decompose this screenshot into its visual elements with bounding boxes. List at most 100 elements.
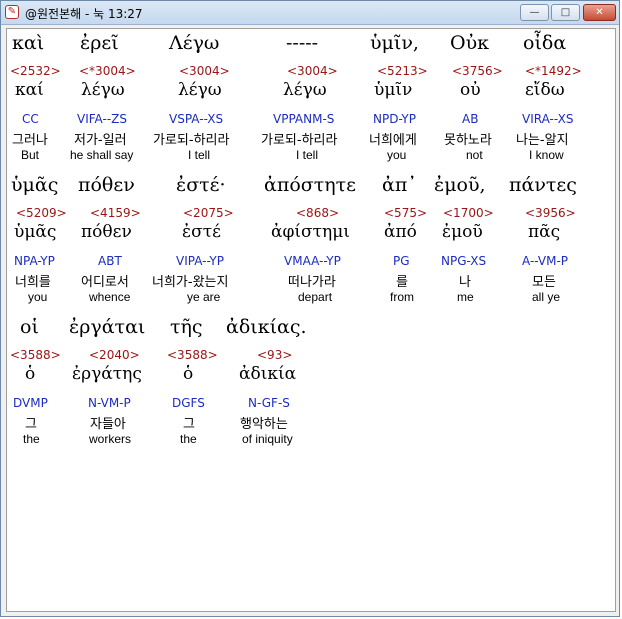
- morphology-code[interactable]: ABT: [98, 254, 122, 268]
- english-gloss: the: [180, 432, 197, 446]
- greek-word: καὶ: [12, 32, 45, 54]
- greek-word: ἀδικίας.: [226, 316, 307, 338]
- strong-number[interactable]: <3956>: [525, 206, 576, 220]
- korean-gloss: 그: [183, 417, 195, 432]
- greek-word: οἶδα: [523, 32, 567, 54]
- window-title: @원전본해 - 눅 13:27: [25, 7, 143, 21]
- lemma: εἴδω: [525, 80, 565, 100]
- korean-gloss: 못하노라: [444, 133, 492, 148]
- morphology-code[interactable]: VIFA--ZS: [77, 112, 127, 126]
- morphology-code[interactable]: NPD-YP: [373, 112, 416, 126]
- lemma: ὑμᾶς: [14, 222, 57, 242]
- strong-number[interactable]: <*3004>: [79, 64, 136, 78]
- strong-number[interactable]: <5209>: [16, 206, 67, 220]
- english-gloss: I know: [529, 148, 564, 162]
- morphology-code[interactable]: A--VM-P: [522, 254, 568, 268]
- morphology-code[interactable]: VPPANM-S: [273, 112, 334, 126]
- morphology-code[interactable]: NPA-YP: [14, 254, 55, 268]
- app-window: ✎ @원전본해 - 눅 13:27 — □ ✕ καὶ <2532> καί C…: [0, 0, 620, 617]
- strong-number[interactable]: <1700>: [443, 206, 494, 220]
- english-gloss: he shall say: [70, 148, 134, 162]
- korean-gloss: 너희를: [15, 275, 51, 290]
- lemma: οὐ: [460, 80, 481, 100]
- strong-number[interactable]: <3004>: [179, 64, 230, 78]
- morphology-code[interactable]: DVMP: [13, 396, 48, 410]
- morphology-code[interactable]: VSPA--XS: [169, 112, 223, 126]
- lemma: ἀδικία: [239, 364, 297, 384]
- english-gloss: ye are: [187, 290, 221, 304]
- korean-gloss: 저가-일러: [74, 133, 127, 148]
- lemma: ἐργάτης: [72, 364, 142, 384]
- morphology-code[interactable]: CC: [22, 112, 39, 126]
- lemma: ἀφίστημι: [271, 222, 350, 242]
- morphology-code[interactable]: N-VM-P: [88, 396, 131, 410]
- greek-word: -----: [286, 32, 319, 54]
- maximize-button[interactable]: □: [551, 4, 580, 21]
- morphology-code[interactable]: VIRA--XS: [522, 112, 573, 126]
- close-button[interactable]: ✕: [583, 4, 616, 21]
- english-gloss: I tell: [188, 148, 211, 162]
- interlinear-panel[interactable]: καὶ <2532> καί CC 그러나 But ἐρεῖ <*3004> λ…: [6, 28, 616, 612]
- morphology-code[interactable]: VMAA--YP: [284, 254, 341, 268]
- english-gloss: whence: [89, 290, 131, 304]
- english-gloss: you: [28, 290, 48, 304]
- strong-number[interactable]: <575>: [384, 206, 427, 220]
- strong-number[interactable]: <2075>: [183, 206, 234, 220]
- strong-number[interactable]: <3588>: [167, 348, 218, 362]
- app-icon[interactable]: ✎: [5, 5, 19, 19]
- korean-gloss: 나는-알지: [516, 133, 569, 148]
- strong-number[interactable]: <4159>: [90, 206, 141, 220]
- strong-number[interactable]: <868>: [296, 206, 339, 220]
- lemma: πόθεν: [81, 222, 132, 242]
- morphology-code[interactable]: PG: [393, 254, 410, 268]
- korean-gloss: 그: [25, 417, 37, 432]
- strong-number[interactable]: <*1492>: [525, 64, 582, 78]
- lemma: ὁ: [25, 364, 36, 384]
- lemma: πᾶς: [528, 222, 561, 242]
- strong-number[interactable]: <3004>: [287, 64, 338, 78]
- minimize-button[interactable]: —: [520, 4, 549, 21]
- morphology-code[interactable]: DGFS: [172, 396, 205, 410]
- strong-number[interactable]: <93>: [257, 348, 292, 362]
- lemma: ὁ: [183, 364, 194, 384]
- korean-gloss: 자들아: [90, 417, 126, 432]
- strong-number[interactable]: <5213>: [377, 64, 428, 78]
- morphology-code[interactable]: VIPA--YP: [176, 254, 224, 268]
- strong-number[interactable]: <3588>: [10, 348, 61, 362]
- korean-gloss: 모든: [532, 275, 556, 290]
- strong-number[interactable]: <2532>: [10, 64, 61, 78]
- title-bar[interactable]: ✎ @원전본해 - 눅 13:27 — □ ✕: [1, 1, 619, 25]
- greek-word: ἀπόστητε: [264, 174, 356, 196]
- lemma: καί: [15, 80, 44, 100]
- greek-word: ἐργάται: [69, 316, 146, 338]
- english-gloss: of iniquity: [242, 432, 293, 446]
- lemma: λέγω: [81, 80, 125, 100]
- english-gloss: not: [466, 148, 483, 162]
- greek-word: ὑμῖν,: [370, 32, 419, 54]
- greek-word: Λέγω: [169, 32, 220, 54]
- strong-number[interactable]: <3756>: [452, 64, 503, 78]
- strong-number[interactable]: <2040>: [89, 348, 140, 362]
- english-gloss: the: [23, 432, 40, 446]
- english-gloss: But: [21, 148, 40, 162]
- morphology-code[interactable]: NPG-XS: [441, 254, 486, 268]
- morphology-code[interactable]: N-GF-S: [248, 396, 290, 410]
- korean-gloss: 를: [396, 275, 408, 290]
- english-gloss: depart: [298, 290, 333, 304]
- morphology-code[interactable]: AB: [462, 112, 478, 126]
- korean-gloss: 그러나: [12, 133, 48, 148]
- greek-word: ἐρεῖ: [80, 32, 119, 54]
- lemma: ἐμοῦ: [442, 222, 483, 242]
- greek-word: ὑμᾶς: [11, 174, 59, 196]
- greek-word: ἐμοῦ,: [434, 174, 486, 196]
- korean-gloss: 나: [459, 275, 471, 290]
- korean-gloss: 가로되-하리라: [261, 133, 338, 148]
- lemma: ἐστέ: [182, 222, 221, 242]
- greek-word: τῆς: [170, 316, 203, 338]
- greek-word: οἱ: [20, 316, 39, 338]
- english-gloss: you: [387, 148, 407, 162]
- english-gloss: all ye: [532, 290, 561, 304]
- english-gloss: from: [390, 290, 414, 304]
- greek-word: ἐστέ·: [176, 174, 226, 196]
- korean-gloss: 너희가-왔는지: [152, 275, 229, 290]
